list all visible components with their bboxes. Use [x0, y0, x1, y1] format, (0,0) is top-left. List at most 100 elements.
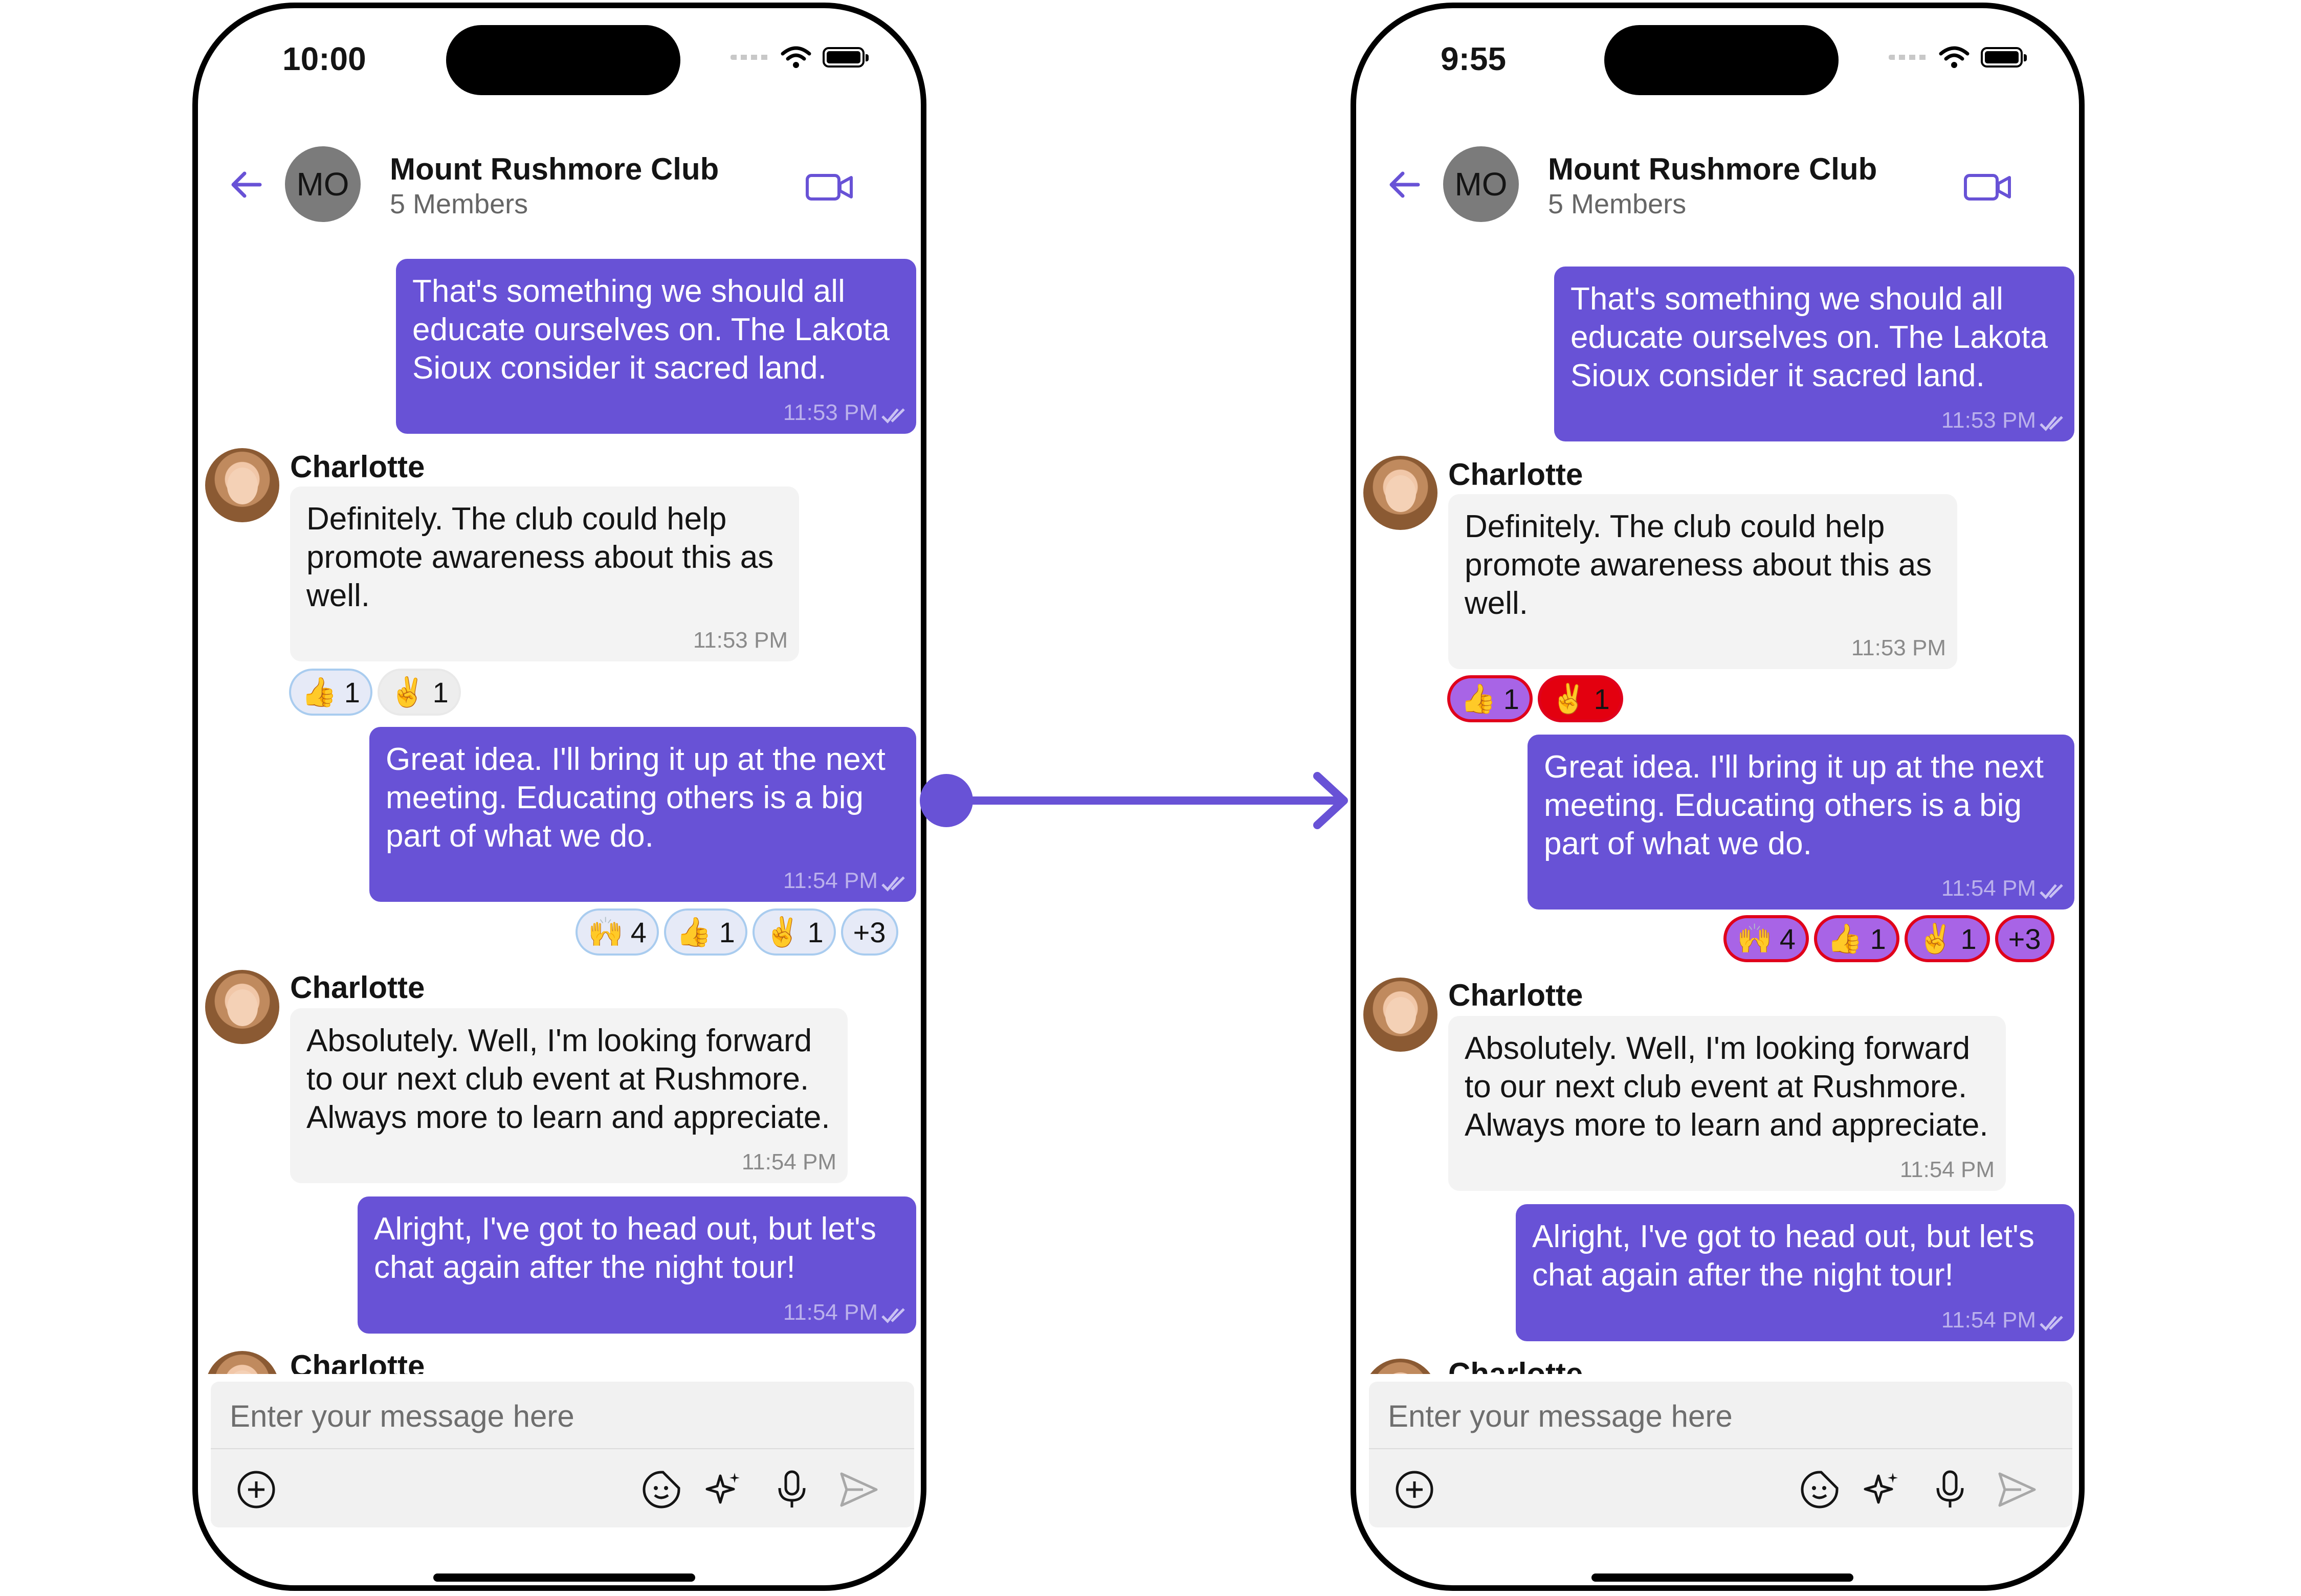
- wifi-icon: [781, 46, 811, 68]
- incoming-message[interactable]: Definitely. The club could help promote …: [290, 486, 799, 661]
- reaction-chip[interactable]: ✌️ 1: [377, 669, 461, 716]
- victory-hand-icon: ✌️: [764, 916, 801, 948]
- message-time: 11:53 PM: [1941, 408, 2036, 433]
- double-check-icon: [881, 408, 905, 424]
- incoming-message[interactable]: Absolutely. Well, I'm looking forward to…: [290, 1008, 848, 1183]
- message-time: 11:53 PM: [693, 628, 788, 653]
- dynamic-island: [1604, 25, 1839, 95]
- outgoing-message[interactable]: That's something we should all educate o…: [1554, 267, 2074, 441]
- message-list: That's something we should all educate o…: [1356, 233, 2079, 1374]
- send-icon[interactable]: [837, 1469, 879, 1511]
- microphone-icon[interactable]: [1929, 1469, 1971, 1511]
- sender-name: Charlotte: [290, 1349, 425, 1374]
- reaction-chip[interactable]: 👍 1: [289, 669, 372, 716]
- message-text: Absolutely. Well, I'm looking forward to…: [306, 1023, 830, 1135]
- arrow-left-icon[interactable]: [226, 164, 267, 205]
- phone-after: 9:55 MO Mount Rushmore Club 5 Members Th…: [1351, 3, 2085, 1591]
- message-input[interactable]: [229, 1390, 896, 1442]
- reaction-chip[interactable]: 🙌 4: [1723, 915, 1809, 962]
- avatar[interactable]: [205, 1351, 279, 1374]
- sender-name: Charlotte: [1448, 1357, 1583, 1374]
- outgoing-message[interactable]: Great idea. I'll bring it up at the next…: [369, 727, 916, 902]
- microphone-icon[interactable]: [771, 1469, 813, 1511]
- message-input[interactable]: [1387, 1390, 2054, 1442]
- message-list: That's something we should all educate o…: [198, 233, 921, 1374]
- reaction-bar: 🙌 4 👍 1 ✌️ 1 +3: [1723, 915, 2054, 962]
- avatar[interactable]: [1363, 1359, 1437, 1374]
- dynamic-island: [446, 25, 680, 95]
- send-icon[interactable]: [1996, 1469, 2038, 1511]
- video-camera-icon[interactable]: [804, 169, 855, 205]
- video-camera-icon[interactable]: [1962, 169, 2014, 205]
- reaction-count: 4: [1779, 922, 1796, 955]
- status-icons: [731, 46, 869, 69]
- sparkles-icon[interactable]: [1860, 1469, 1902, 1511]
- reaction-chip[interactable]: 👍 1: [1447, 675, 1533, 722]
- reaction-bar: 🙌 4 👍 1 ✌️ 1 +3: [576, 908, 898, 956]
- signal-dots-icon: [1889, 55, 1928, 60]
- plus-circle-icon[interactable]: [1393, 1469, 1435, 1511]
- avatar[interactable]: [205, 448, 279, 522]
- status-time: 9:55: [1441, 40, 1507, 77]
- battery-icon: [823, 47, 869, 68]
- outgoing-message[interactable]: Great idea. I'll bring it up at the next…: [1528, 735, 2074, 910]
- sticker-icon[interactable]: [640, 1469, 682, 1511]
- status-icons: [1889, 46, 2027, 69]
- double-check-icon: [2040, 1316, 2063, 1331]
- group-avatar[interactable]: MO: [285, 146, 361, 222]
- reaction-chip[interactable]: ✌️ 1: [1537, 675, 1623, 722]
- sender-name: Charlotte: [290, 450, 425, 484]
- message-text: Great idea. I'll bring it up at the next…: [386, 742, 886, 854]
- thumbs-up-icon: 👍: [301, 676, 337, 708]
- reaction-count: 1: [432, 676, 449, 708]
- home-indicator: [433, 1573, 695, 1582]
- sender-name: Charlotte: [290, 970, 425, 1005]
- victory-hand-icon: ✌️: [1551, 682, 1587, 715]
- sender-name: Charlotte: [1448, 457, 1583, 492]
- reaction-bar: 👍 1 ✌️ 1: [1447, 675, 1623, 722]
- reaction-chip[interactable]: 👍 1: [663, 908, 747, 956]
- outgoing-message[interactable]: Alright, I've got to head out, but let's…: [358, 1196, 916, 1334]
- reaction-chip[interactable]: ✌️ 1: [752, 908, 836, 956]
- composer-divider: [211, 1448, 914, 1449]
- reaction-chip[interactable]: 👍 1: [1813, 915, 1899, 962]
- thumbs-up-icon: 👍: [1827, 922, 1863, 955]
- sparkles-icon[interactable]: [702, 1469, 744, 1511]
- group-name: Mount Rushmore Club: [1548, 152, 1877, 186]
- reaction-chip[interactable]: ✌️ 1: [1904, 915, 1990, 962]
- arrow-left-icon[interactable]: [1384, 164, 1425, 205]
- avatar[interactable]: [1363, 978, 1437, 1052]
- group-name: Mount Rushmore Club: [390, 152, 719, 186]
- message-text: Definitely. The club could help promote …: [1465, 509, 1932, 621]
- victory-hand-icon: ✌️: [1917, 922, 1954, 955]
- reaction-count: 1: [1960, 922, 1977, 955]
- reaction-count: 1: [1503, 682, 1519, 715]
- more-reactions-chip[interactable]: +3: [1995, 915, 2054, 962]
- group-avatar[interactable]: MO: [1443, 146, 1519, 222]
- avatar[interactable]: [1363, 456, 1437, 530]
- reaction-count: 1: [807, 916, 824, 948]
- group-members: 5 Members: [390, 189, 528, 219]
- reaction-bar: 👍 1 ✌️ 1: [289, 669, 461, 716]
- sticker-icon[interactable]: [1799, 1469, 1841, 1511]
- incoming-message[interactable]: Absolutely. Well, I'm looking forward to…: [1448, 1016, 2006, 1191]
- message-text: That's something we should all educate o…: [1570, 281, 2048, 393]
- incoming-message[interactable]: Definitely. The club could help promote …: [1448, 494, 1957, 669]
- message-time: 11:54 PM: [783, 1300, 878, 1325]
- chat-header: MO Mount Rushmore Club 5 Members: [1356, 139, 2079, 226]
- home-indicator: [1591, 1573, 1853, 1582]
- more-reactions-chip[interactable]: +3: [840, 908, 898, 956]
- group-members: 5 Members: [1548, 189, 1687, 219]
- avatar[interactable]: [205, 970, 279, 1044]
- more-reactions-count: +3: [2008, 922, 2041, 955]
- thumbs-up-icon: 👍: [676, 916, 712, 948]
- plus-circle-icon[interactable]: [235, 1469, 277, 1511]
- more-reactions-count: +3: [853, 916, 886, 948]
- raising-hands-icon: 🙌: [1737, 922, 1773, 955]
- outgoing-message[interactable]: Alright, I've got to head out, but let's…: [1516, 1204, 2074, 1341]
- message-time: 11:54 PM: [1899, 1157, 1995, 1182]
- reaction-chip[interactable]: 🙌 4: [576, 908, 659, 956]
- outgoing-message[interactable]: That's something we should all educate o…: [396, 259, 916, 434]
- message-time: 11:54 PM: [1941, 1307, 2036, 1333]
- double-check-icon: [881, 1308, 905, 1323]
